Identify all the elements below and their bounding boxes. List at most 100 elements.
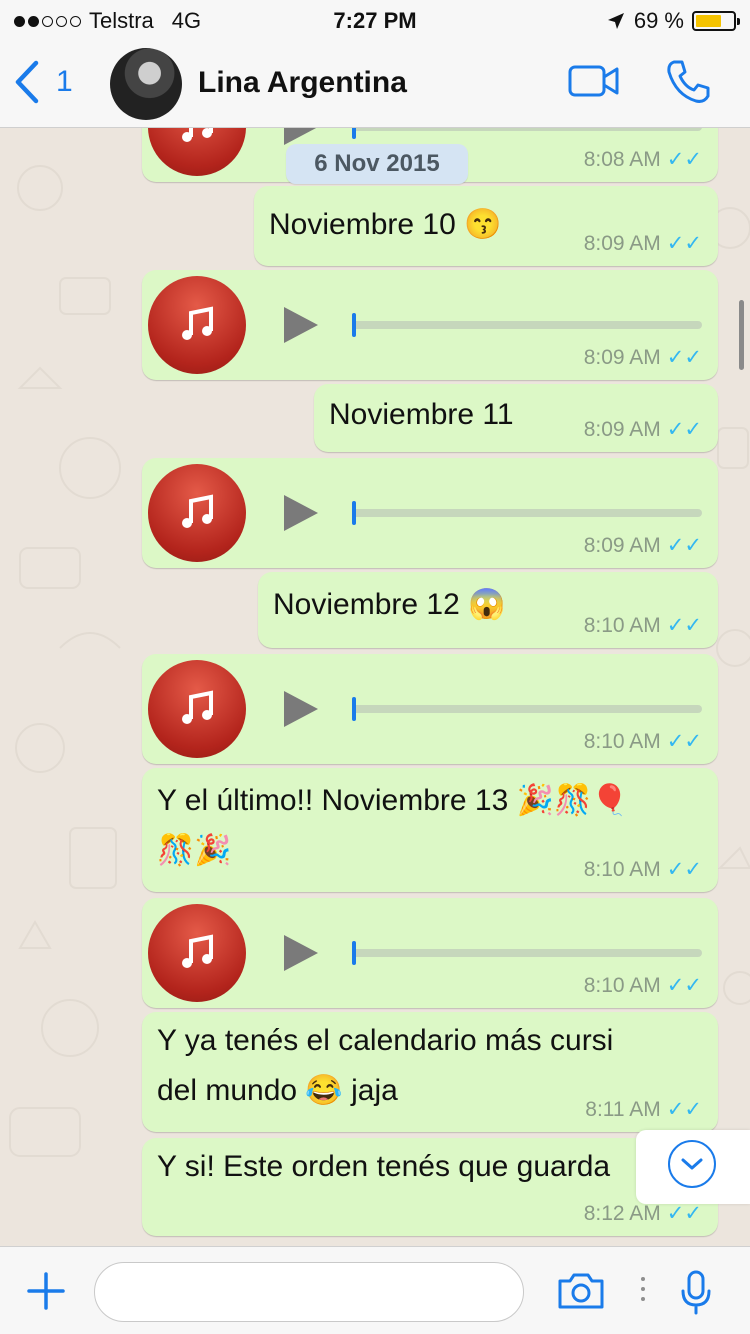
- read-receipt-icon: ✓✓: [666, 858, 702, 881]
- audio-progress-thumb[interactable]: [352, 501, 356, 525]
- music-note-icon: [148, 464, 246, 562]
- read-receipt-icon: ✓✓: [666, 614, 702, 637]
- status-right: 69 %: [606, 8, 740, 34]
- chevron-down-icon: [681, 1158, 703, 1170]
- message-meta: 8:10 AM ✓✓: [584, 613, 702, 638]
- play-icon[interactable]: [284, 128, 318, 145]
- text-message[interactable]: Noviembre 10 😙 8:09 AM ✓✓: [254, 186, 718, 266]
- message-text: Noviembre 10 😙: [269, 208, 502, 241]
- message-meta: 8:10 AM ✓✓: [584, 857, 702, 882]
- read-receipt-icon: ✓✓: [666, 974, 702, 997]
- message-time: 8:09 AM: [583, 231, 661, 255]
- battery-icon: [692, 11, 740, 31]
- camera-icon: [558, 1273, 604, 1309]
- text-message[interactable]: Y el último!! Noviembre 13 🎉🎊🎈 🎊🎉 8:10 A…: [142, 768, 718, 892]
- back-chevron-icon: [15, 60, 39, 104]
- chat-messages[interactable]: 8:08 AM ✓✓ 6 Nov 2015 Noviembre 10 😙 8:09…: [0, 128, 750, 1246]
- audio-progress-track[interactable]: [352, 941, 702, 965]
- message-meta: 8:09 AM ✓✓: [584, 533, 702, 558]
- message-input[interactable]: [94, 1262, 524, 1322]
- message-meta: 8:12 AM ✓✓: [584, 1201, 702, 1226]
- video-call-button[interactable]: [568, 64, 620, 103]
- microphone-button[interactable]: [678, 1269, 714, 1322]
- read-receipt-icon: ✓✓: [666, 534, 702, 557]
- attach-button[interactable]: [26, 1271, 66, 1316]
- read-receipt-icon: ✓✓: [666, 730, 702, 753]
- message-time: 8:09 AM: [583, 417, 661, 441]
- message-text: Y si! Este orden tenés que guarda: [157, 1150, 611, 1183]
- message-meta: 8:10 AM ✓✓: [584, 729, 702, 754]
- message-time: 8:10 AM: [583, 729, 661, 753]
- battery-percent: 69 %: [633, 8, 684, 33]
- audio-progress-track[interactable]: [352, 128, 702, 139]
- message-meta: 8:09 AM ✓✓: [584, 417, 702, 442]
- back-unread-count: 1: [56, 65, 73, 98]
- message-time: 8:09 AM: [583, 533, 661, 557]
- message-time: 8:11 AM: [585, 1097, 661, 1121]
- video-call-icon: [568, 65, 619, 97]
- text-message[interactable]: Y ya tenés el calendario más cursi del m…: [142, 1012, 718, 1132]
- audio-progress-track[interactable]: [352, 313, 702, 337]
- message-text: Noviembre 11: [329, 398, 514, 431]
- music-note-icon: [148, 128, 246, 176]
- date-separator: 6 Nov 2015: [286, 144, 468, 184]
- scroll-indicator[interactable]: [739, 300, 744, 370]
- audio-message[interactable]: 8:09 AM ✓✓: [142, 270, 718, 380]
- message-meta: 8:09 AM ✓✓: [584, 231, 702, 256]
- message-time: 8:10 AM: [583, 857, 661, 881]
- location-arrow-icon: [607, 13, 624, 29]
- audio-progress-thumb[interactable]: [352, 313, 356, 337]
- phone-call-icon: [667, 60, 710, 103]
- chat-header: 1 Lina Argentina: [0, 40, 750, 128]
- read-receipt-icon: ✓✓: [666, 232, 702, 255]
- status-bar: Telstra 4G 7:27 PM 69 %: [0, 0, 750, 40]
- play-icon[interactable]: [284, 495, 318, 531]
- music-note-icon: [148, 904, 246, 1002]
- separator-dots-icon: [640, 1277, 646, 1307]
- message-meta: 8:10 AM ✓✓: [584, 973, 702, 998]
- contact-name[interactable]: Lina Argentina: [198, 66, 407, 100]
- audio-progress-thumb[interactable]: [352, 697, 356, 721]
- play-icon[interactable]: [284, 935, 318, 971]
- plus-icon: [27, 1272, 65, 1310]
- message-meta: 8:08 AM ✓✓: [584, 147, 702, 172]
- audio-message[interactable]: 8:10 AM ✓✓: [142, 654, 718, 764]
- play-icon[interactable]: [284, 691, 318, 727]
- read-receipt-icon: ✓✓: [666, 418, 702, 441]
- audio-message[interactable]: 8:09 AM ✓✓: [142, 458, 718, 568]
- message-text: Y el último!! Noviembre 13 🎉🎊🎈: [157, 784, 629, 817]
- microphone-icon: [681, 1270, 711, 1315]
- message-input-bar: [0, 1246, 750, 1334]
- read-receipt-icon: ✓✓: [666, 1202, 702, 1225]
- read-receipt-icon: ✓✓: [666, 148, 702, 171]
- read-receipt-icon: ✓✓: [666, 1098, 702, 1121]
- music-note-icon: [148, 276, 246, 374]
- audio-progress-track[interactable]: [352, 501, 702, 525]
- message-time: 8:09 AM: [583, 345, 661, 369]
- message-time: 8:08 AM: [583, 147, 661, 171]
- message-text-line2: del mundo 😂 jaja: [157, 1074, 398, 1107]
- audio-progress-track[interactable]: [352, 697, 702, 721]
- contact-avatar[interactable]: [110, 48, 182, 120]
- message-text-line2: 🎊🎉: [157, 834, 232, 867]
- message-time: 8:10 AM: [583, 613, 661, 637]
- scroll-to-bottom-panel[interactable]: [636, 1130, 750, 1204]
- message-meta: 8:09 AM ✓✓: [584, 345, 702, 370]
- message-time: 8:12 AM: [583, 1201, 661, 1225]
- read-receipt-icon: ✓✓: [666, 346, 702, 369]
- audio-message[interactable]: 8:10 AM ✓✓: [142, 898, 718, 1008]
- music-note-icon: [148, 660, 246, 758]
- text-message[interactable]: Noviembre 11 8:09 AM ✓✓: [314, 384, 718, 452]
- text-message[interactable]: Noviembre 12 😱 8:10 AM ✓✓: [258, 572, 718, 648]
- audio-progress-thumb[interactable]: [352, 941, 356, 965]
- play-icon[interactable]: [284, 307, 318, 343]
- message-time: 8:10 AM: [583, 973, 661, 997]
- message-meta: 8:11 AM ✓✓: [585, 1097, 702, 1122]
- message-text: Noviembre 12 😱: [273, 588, 506, 621]
- scroll-to-bottom-button[interactable]: [668, 1140, 716, 1188]
- text-message[interactable]: Y si! Este orden tenés que guarda 8:12 A…: [142, 1138, 718, 1236]
- audio-progress-thumb[interactable]: [352, 128, 356, 139]
- voice-call-button[interactable]: [664, 58, 712, 111]
- camera-button[interactable]: [556, 1271, 606, 1316]
- back-button[interactable]: 1: [14, 60, 73, 104]
